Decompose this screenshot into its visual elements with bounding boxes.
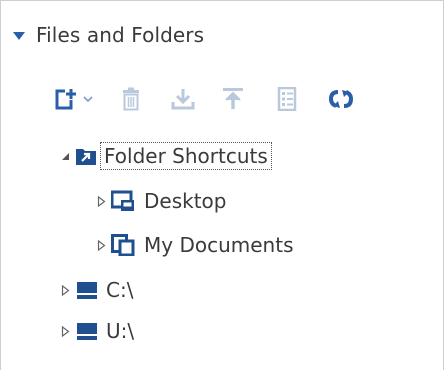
tree-item-label: My Documents [144,233,294,257]
expand-triangle-icon[interactable] [95,239,107,251]
upload-icon [223,88,243,109]
tree-item-label: Desktop [144,189,227,213]
delete-button[interactable] [113,86,149,112]
documents-icon [111,234,135,256]
properties-icon [277,87,297,111]
drive-icon [77,323,97,340]
refresh-button[interactable] [323,86,359,112]
properties-button[interactable] [269,86,305,112]
files-and-folders-panel: Files and Folders Folder Shortcuts Deskt… [0,0,444,370]
tree-item-label: Folder Shortcuts [100,142,272,170]
desktop-icon [111,190,134,211]
download-button[interactable] [165,86,201,112]
trash-icon [123,87,139,111]
drive-icon [77,282,97,299]
tree-item-label: U:\ [106,319,135,343]
upload-button[interactable] [215,86,251,112]
download-icon [171,89,195,110]
section-title: Files and Folders [36,23,205,47]
folder-shortcut-icon [76,149,96,165]
expand-triangle-icon[interactable] [59,284,71,296]
tree-item-c-drive[interactable]: C:\ [59,275,136,305]
collapse-triangle-icon[interactable] [59,150,71,162]
tree-item-my-documents[interactable]: My Documents [95,230,296,260]
collapse-caret-icon[interactable] [13,32,25,40]
section-header[interactable]: Files and Folders [13,23,204,47]
chevron-down-icon [83,96,93,103]
refresh-icon [328,90,354,108]
tree-item-u-drive[interactable]: U:\ [59,316,137,346]
tree-item-desktop[interactable]: Desktop [95,186,229,216]
tree-item-folder-shortcuts[interactable]: Folder Shortcuts [59,141,272,171]
new-item-icon [55,88,77,110]
expand-triangle-icon[interactable] [95,195,107,207]
tree-item-label: C:\ [106,278,134,302]
expand-triangle-icon[interactable] [59,325,71,337]
toolbar [55,85,359,113]
new-button[interactable] [55,86,103,112]
